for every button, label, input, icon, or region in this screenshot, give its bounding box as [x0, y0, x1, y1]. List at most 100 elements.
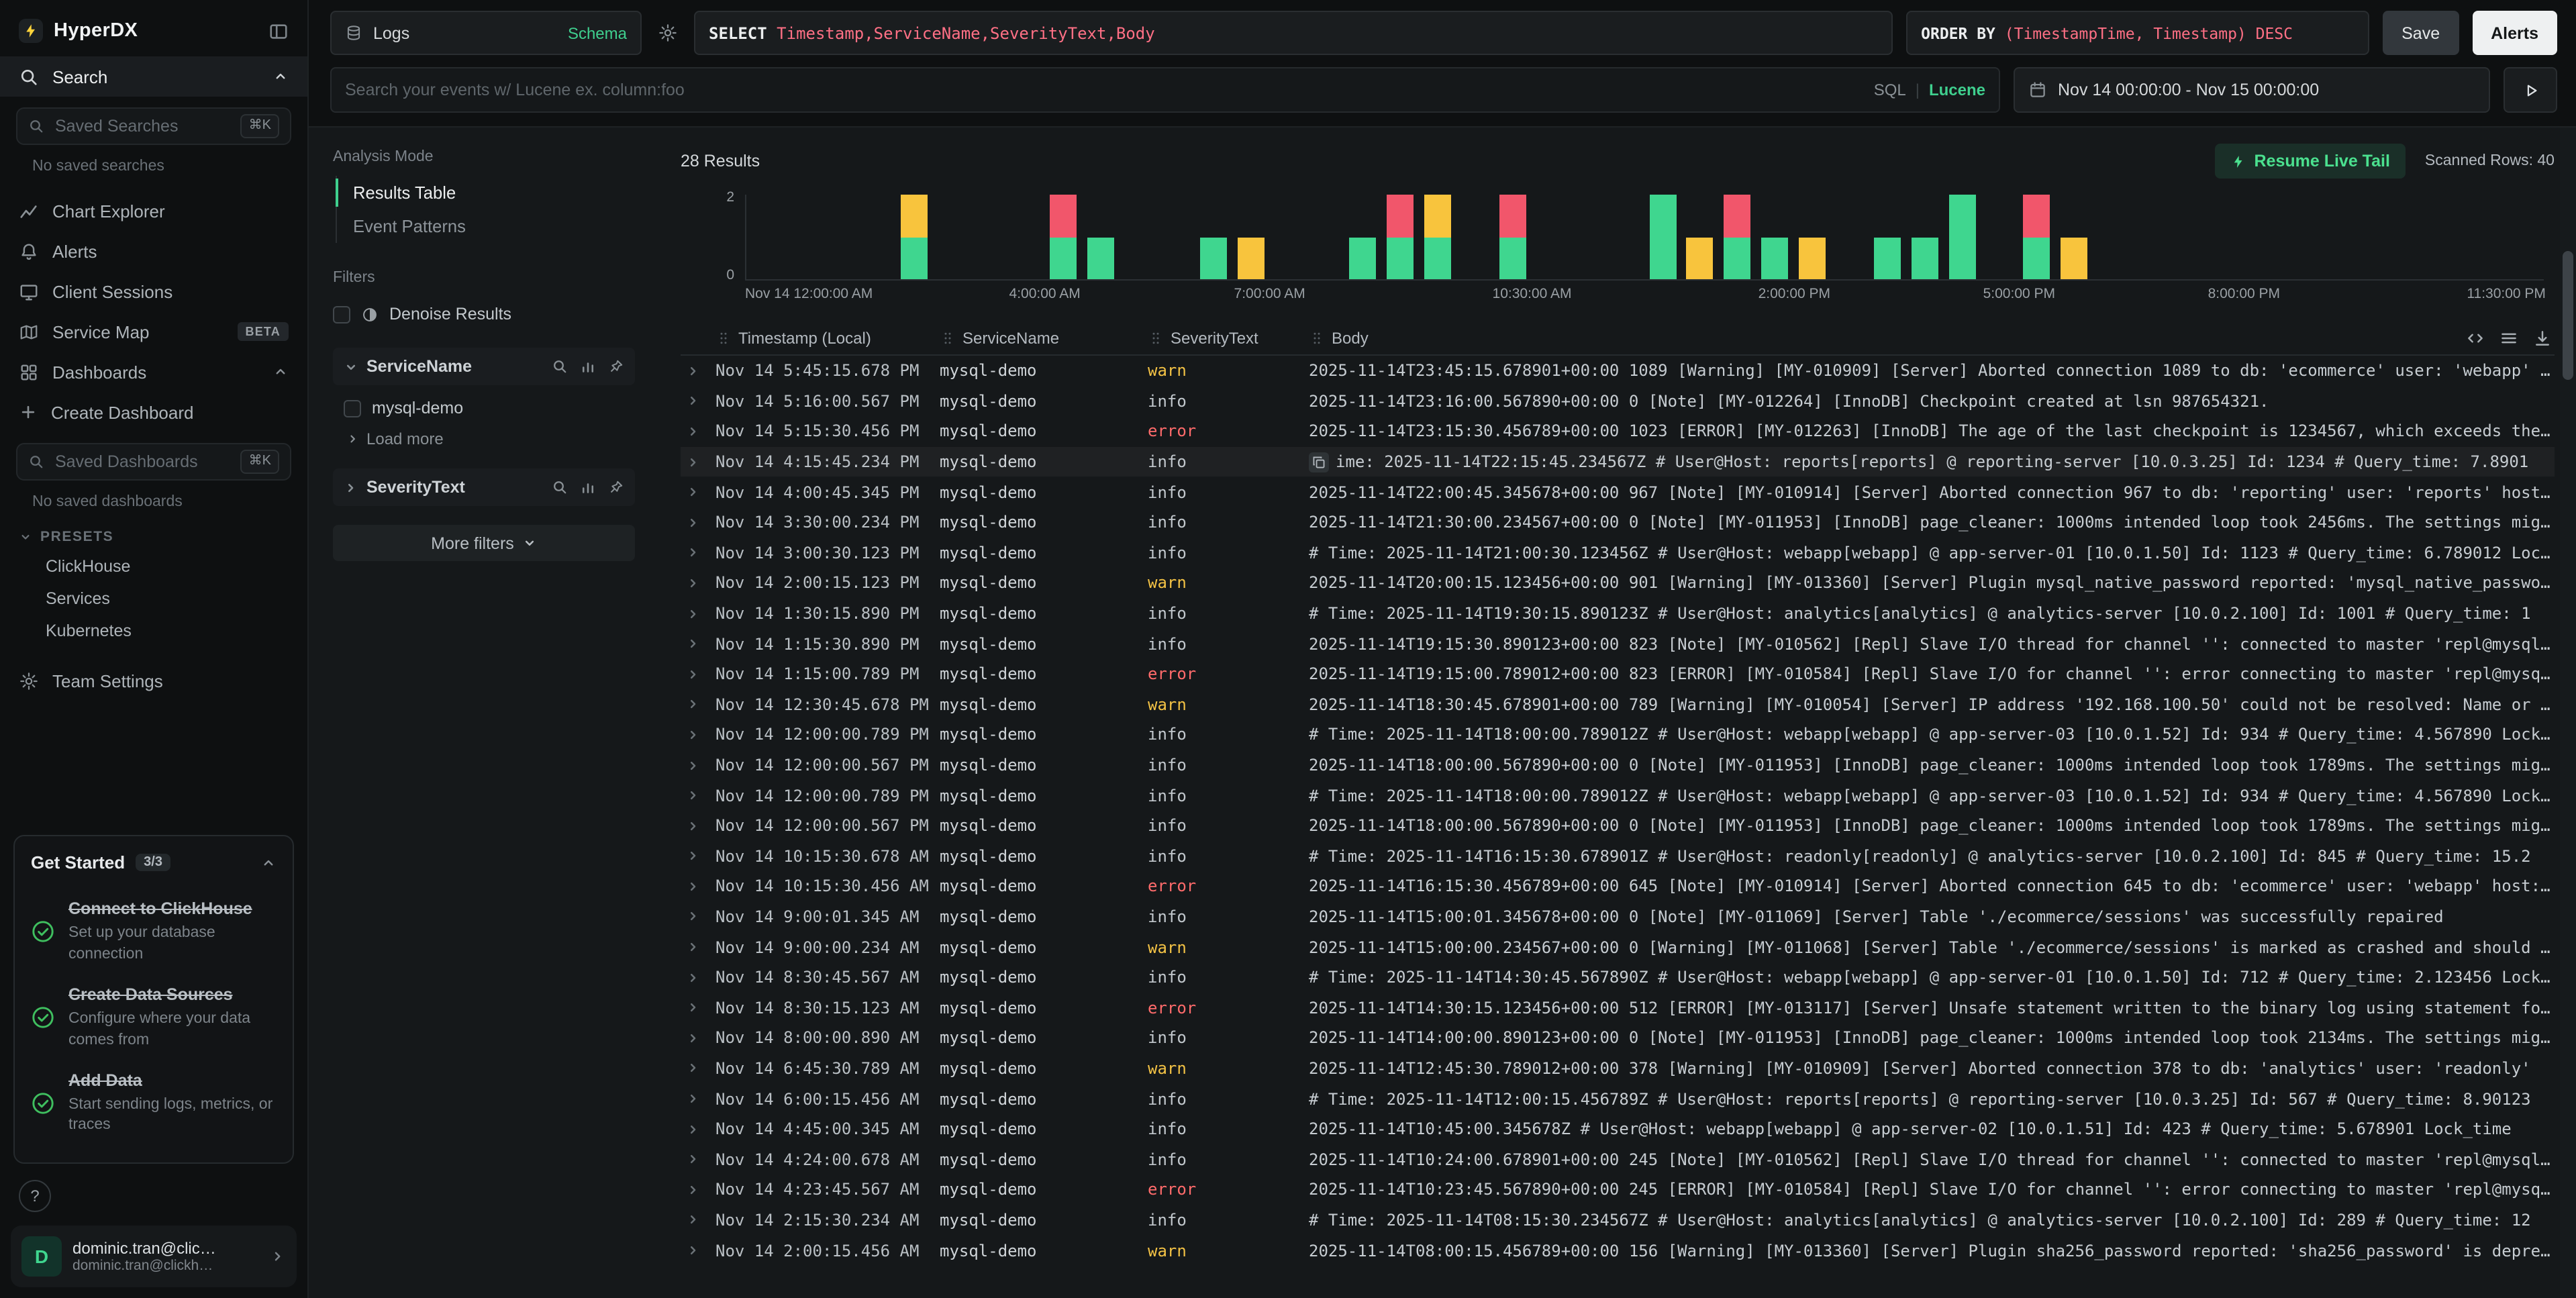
row-expand-chevron-icon[interactable]: [681, 424, 715, 439]
alerts-button[interactable]: Alerts: [2472, 11, 2557, 55]
table-row[interactable]: Nov 14 5:16:00.567 PMmysql-demoinfo2025-…: [681, 386, 2555, 416]
histogram-bar[interactable]: [1387, 195, 1414, 279]
table-row[interactable]: Nov 14 2:00:15.456 AMmysql-demowarn2025-…: [681, 1235, 2555, 1265]
row-expand-chevron-icon[interactable]: [681, 576, 715, 591]
sidebar-item-service-map[interactable]: Service Map BETA: [0, 311, 307, 352]
sidebar-item-search[interactable]: Search: [0, 56, 307, 97]
sidebar-item-dashboards[interactable]: Dashboards: [0, 352, 307, 392]
collapse-get-started-icon[interactable]: [260, 855, 277, 871]
create-dashboard-button[interactable]: Create Dashboard: [0, 392, 307, 432]
table-row[interactable]: Nov 14 6:00:15.456 AMmysql-demoinfo# Tim…: [681, 1084, 2555, 1114]
table-row[interactable]: Nov 14 10:15:30.456 AMmysql-demoerror202…: [681, 871, 2555, 901]
row-expand-chevron-icon[interactable]: [681, 697, 715, 712]
table-row[interactable]: Nov 14 12:00:00.567 PMmysql-demoinfo2025…: [681, 811, 2555, 841]
row-expand-chevron-icon[interactable]: [681, 1183, 715, 1197]
row-expand-chevron-icon[interactable]: [681, 1213, 715, 1228]
table-row[interactable]: Nov 14 4:45:00.345 AMmysql-demoinfo2025-…: [681, 1114, 2555, 1144]
histogram-bar[interactable]: [1912, 195, 1938, 279]
row-expand-chevron-icon[interactable]: [681, 1001, 715, 1015]
load-more-button[interactable]: Load more: [333, 426, 635, 452]
histogram-bar[interactable]: [1200, 195, 1227, 279]
sql-mode-toggle[interactable]: SQL: [1874, 81, 1906, 99]
table-row[interactable]: Nov 14 6:45:30.789 AMmysql-demowarn2025-…: [681, 1053, 2555, 1083]
row-expand-chevron-icon[interactable]: [681, 1243, 715, 1258]
histogram-bar[interactable]: [2024, 195, 2050, 279]
row-expand-chevron-icon[interactable]: [681, 515, 715, 530]
table-row[interactable]: Nov 14 3:30:00.234 PMmysql-demoinfo2025-…: [681, 507, 2555, 538]
histogram-bar[interactable]: [1687, 195, 1714, 279]
row-expand-chevron-icon[interactable]: [681, 909, 715, 924]
code-icon[interactable]: [2466, 328, 2485, 347]
drag-grip-icon[interactable]: [1148, 330, 1164, 346]
select-clause-input[interactable]: SELECT Timestamp,ServiceName,SeverityTex…: [694, 11, 1893, 55]
run-query-button[interactable]: [2504, 67, 2557, 113]
row-expand-chevron-icon[interactable]: [681, 788, 715, 803]
sidebar-item-chart-explorer[interactable]: Chart Explorer: [0, 191, 307, 231]
histogram-plot[interactable]: [745, 195, 2544, 281]
table-row[interactable]: Nov 14 2:15:30.234 AMmysql-demoinfo# Tim…: [681, 1205, 2555, 1235]
table-row[interactable]: Nov 14 1:15:00.789 PMmysql-demoerror2025…: [681, 659, 2555, 689]
drag-grip-icon[interactable]: [715, 330, 732, 346]
table-row[interactable]: Nov 14 5:45:15.678 PMmysql-demowarn2025-…: [681, 356, 2555, 386]
row-expand-chevron-icon[interactable]: [681, 849, 715, 864]
source-selector[interactable]: Logs Schema: [330, 11, 642, 55]
histogram-bar[interactable]: [1350, 195, 1377, 279]
save-button[interactable]: Save: [2383, 11, 2459, 55]
histogram-bar[interactable]: [1087, 195, 1114, 279]
table-row[interactable]: Nov 14 4:15:45.234 PMmysql-demoinfoime: …: [681, 447, 2555, 477]
lucene-mode-toggle[interactable]: Lucene: [1929, 81, 1985, 99]
column-header-body[interactable]: Body: [1309, 328, 2439, 347]
table-row[interactable]: Nov 14 8:30:15.123 AMmysql-demoerror2025…: [681, 993, 2555, 1023]
histogram-bar[interactable]: [1724, 195, 1751, 279]
get-started-step-connect[interactable]: Connect to ClickHouse Set up your databa…: [31, 889, 277, 975]
events-search-box[interactable]: SQL | Lucene: [330, 67, 2000, 113]
more-filters-button[interactable]: More filters: [333, 525, 635, 561]
row-expand-chevron-icon[interactable]: [681, 940, 715, 954]
table-row[interactable]: Nov 14 2:00:15.123 PMmysql-demowarn2025-…: [681, 568, 2555, 598]
download-icon[interactable]: [2533, 328, 2552, 347]
sidebar-item-client-sessions[interactable]: Client Sessions: [0, 271, 307, 311]
table-row[interactable]: Nov 14 5:15:30.456 PMmysql-demoerror2025…: [681, 416, 2555, 446]
row-expand-chevron-icon[interactable]: [681, 970, 715, 985]
histogram-bar[interactable]: [1649, 195, 1676, 279]
facet-search-icon[interactable]: [552, 479, 568, 495]
mode-results-table[interactable]: Results Table: [337, 176, 635, 209]
sidebar-item-team-settings[interactable]: Team Settings: [0, 660, 307, 701]
histogram-bar[interactable]: [1799, 195, 1826, 279]
preset-services[interactable]: Services: [0, 583, 307, 615]
row-expand-chevron-icon[interactable]: [681, 364, 715, 379]
pin-icon[interactable]: [608, 479, 624, 495]
table-row[interactable]: Nov 14 12:00:00.567 PMmysql-demoinfo2025…: [681, 750, 2555, 780]
preset-clickhouse[interactable]: ClickHouse: [0, 550, 307, 583]
row-expand-chevron-icon[interactable]: [681, 546, 715, 560]
row-expand-chevron-icon[interactable]: [681, 1152, 715, 1166]
histogram-bar[interactable]: [2061, 195, 2088, 279]
column-header-severitytext[interactable]: SeverityText: [1148, 328, 1309, 347]
events-search-input[interactable]: [345, 81, 1863, 99]
facet-search-icon[interactable]: [552, 358, 568, 375]
row-expand-chevron-icon[interactable]: [681, 879, 715, 894]
table-row[interactable]: Nov 14 8:30:45.567 AMmysql-demoinfo# Tim…: [681, 962, 2555, 993]
saved-dashboards-input[interactable]: Saved Dashboards ⌘K: [16, 443, 291, 481]
row-expand-chevron-icon[interactable]: [681, 394, 715, 409]
row-expand-chevron-icon[interactable]: [681, 606, 715, 621]
get-started-step-sources[interactable]: Create Data Sources Configure where your…: [31, 975, 277, 1060]
table-row[interactable]: Nov 14 1:15:30.890 PMmysql-demoinfo2025-…: [681, 629, 2555, 659]
histogram-bar[interactable]: [1424, 195, 1451, 279]
histogram-bar[interactable]: [1237, 195, 1264, 279]
facet-chart-icon[interactable]: [580, 479, 596, 495]
row-expand-chevron-icon[interactable]: [681, 728, 715, 742]
table-row[interactable]: Nov 14 9:00:01.345 AMmysql-demoinfo2025-…: [681, 901, 2555, 932]
table-row[interactable]: Nov 14 4:24:00.678 AMmysql-demoinfo2025-…: [681, 1144, 2555, 1175]
facet-chart-icon[interactable]: [580, 358, 596, 375]
table-row[interactable]: Nov 14 12:00:00.789 PMmysql-demoinfo# Ti…: [681, 719, 2555, 750]
row-expand-chevron-icon[interactable]: [681, 758, 715, 772]
schema-link[interactable]: Schema: [568, 23, 627, 42]
row-expand-chevron-icon[interactable]: [681, 666, 715, 681]
row-expand-chevron-icon[interactable]: [681, 1121, 715, 1136]
row-expand-chevron-icon[interactable]: [681, 818, 715, 833]
facet-checkbox[interactable]: [344, 399, 361, 417]
presets-section-toggle[interactable]: PRESETS: [0, 513, 307, 550]
table-row[interactable]: Nov 14 3:00:30.123 PMmysql-demoinfo# Tim…: [681, 538, 2555, 568]
pin-icon[interactable]: [608, 358, 624, 375]
